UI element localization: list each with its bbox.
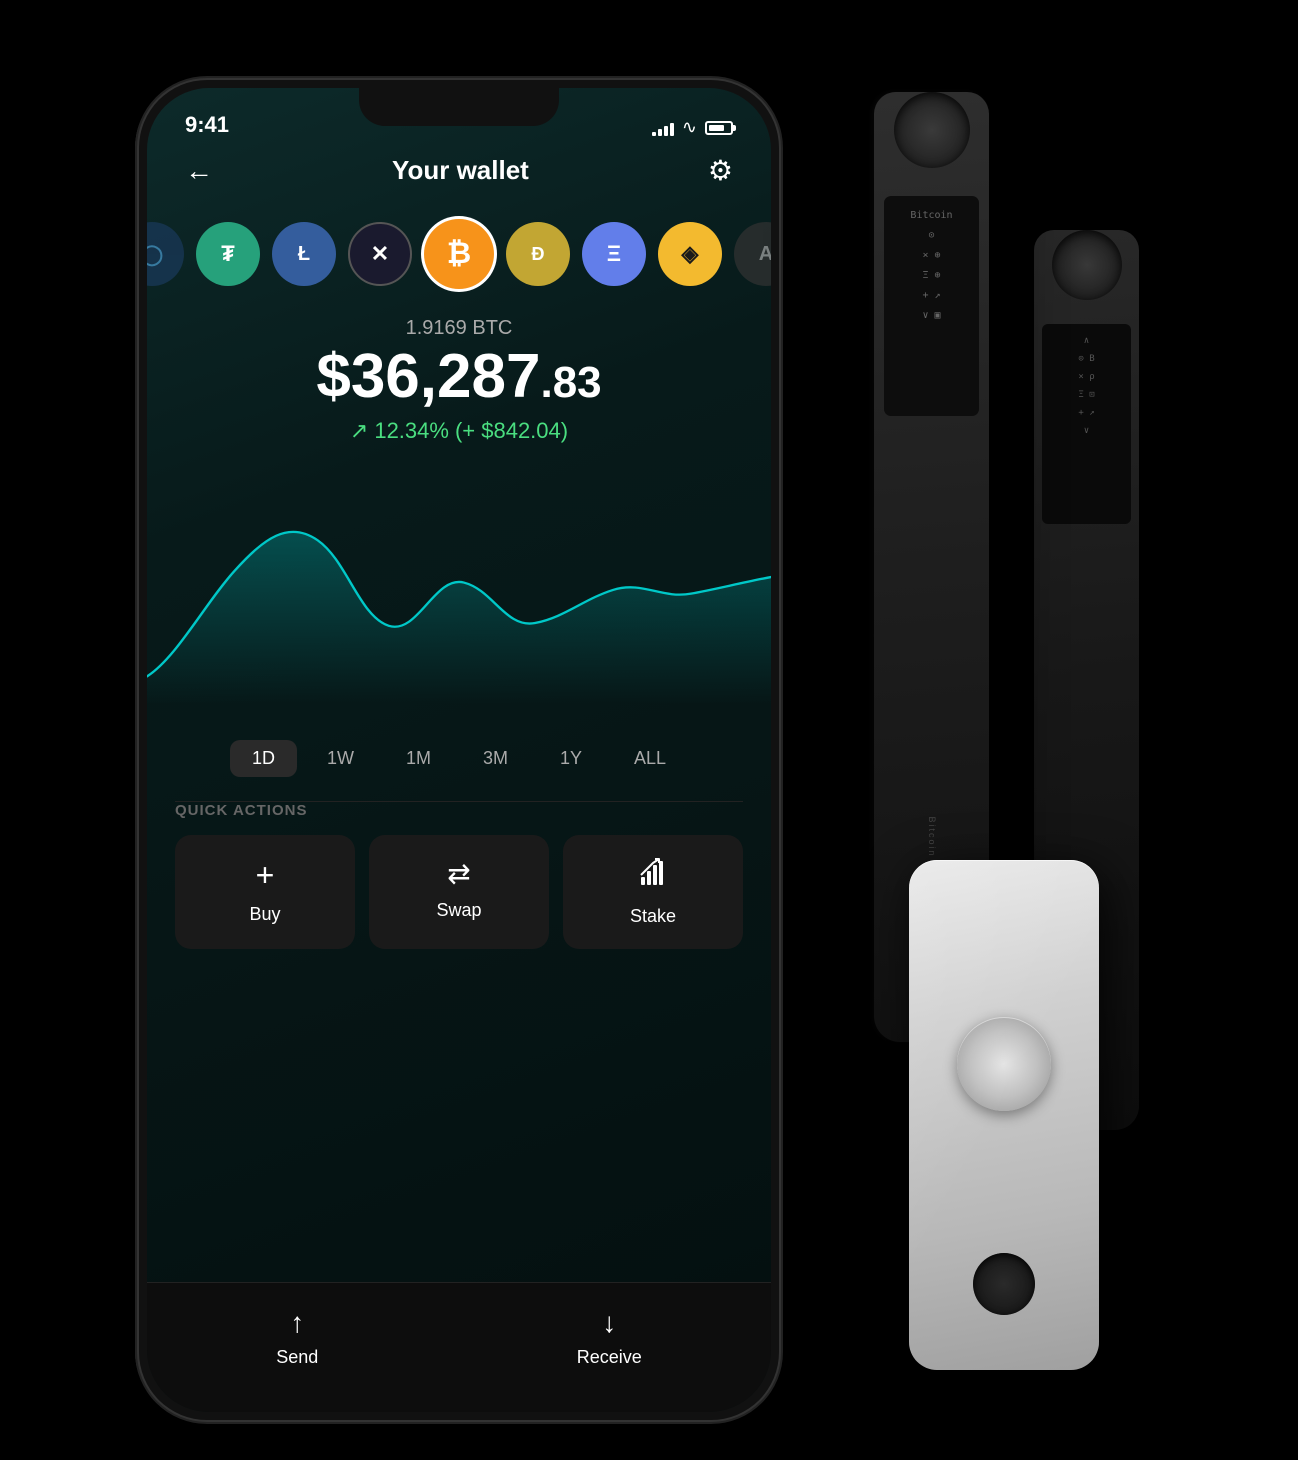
balance-section: 1.9169 BTC $36,287.83 ↗ 12.34% (+ $842.0… xyxy=(147,309,771,464)
hw1-label: Bitcoin xyxy=(927,816,937,857)
hw1-screen: Bitcoin ⊙ × ⊕ Ξ ⊕ + ↗ ∨ ▣ xyxy=(884,196,979,416)
hw2-screen: ∧ ⊙ B × ρ Ξ ⊡ + ↗ ∨ xyxy=(1042,324,1131,524)
change-percent: 12.34% xyxy=(374,418,449,444)
time-filter-3m[interactable]: 3M xyxy=(461,740,530,777)
ledger-nano-s xyxy=(909,860,1099,1370)
receive-button[interactable]: ↓ Receive xyxy=(577,1307,642,1368)
hw1-screen-line6: ∨ ▣ xyxy=(890,306,973,326)
time-filter-1y[interactable]: 1Y xyxy=(538,740,604,777)
usd-balance: $36,287.83 xyxy=(167,346,751,408)
quick-actions-section: QUICK ACTIONS + Buy ⇄ Swap xyxy=(147,802,771,969)
chart-svg xyxy=(147,474,771,704)
hw2-top-button xyxy=(1052,230,1122,300)
send-button[interactable]: ↑ Send xyxy=(276,1307,318,1368)
coin-partial-left[interactable]: ◯ xyxy=(147,222,184,286)
coin-algo[interactable]: A xyxy=(734,222,771,286)
battery-fill xyxy=(709,125,724,131)
time-filter-all[interactable]: ALL xyxy=(612,740,688,777)
coin-xrp[interactable]: ✕ xyxy=(348,222,412,286)
hw2-screen-line6: ∨ xyxy=(1046,422,1127,440)
coin-bnb[interactable]: ◈ xyxy=(658,222,722,286)
price-chart xyxy=(147,464,771,724)
quick-actions-row: + Buy ⇄ Swap xyxy=(175,835,743,949)
status-icons: ∿ xyxy=(652,117,733,138)
battery-icon xyxy=(705,121,733,135)
coin-ethereum[interactable]: Ξ xyxy=(582,222,646,286)
coin-tether[interactable]: ₮ xyxy=(196,222,260,286)
swap-button[interactable]: ⇄ Swap xyxy=(369,835,549,949)
hw2-screen-line1: ∧ xyxy=(1046,332,1127,350)
signal-bar-1 xyxy=(652,132,656,136)
coin-dogecoin[interactable]: Ð xyxy=(506,222,570,286)
hw1-screen-line4: Ξ ⊕ xyxy=(890,266,973,286)
chart-fill xyxy=(147,532,771,704)
page-title: Your wallet xyxy=(392,155,529,186)
hw1-top-button xyxy=(894,92,970,168)
buy-icon: + xyxy=(256,857,275,894)
settings-button[interactable]: ⚙ xyxy=(708,154,733,187)
swap-label: Swap xyxy=(436,900,481,921)
hw1-screen-line2: ⊙ xyxy=(890,226,973,246)
stake-button[interactable]: Stake xyxy=(563,835,743,949)
signal-icon xyxy=(652,120,674,136)
time-filter-1d[interactable]: 1D xyxy=(230,740,297,777)
status-time: 9:41 xyxy=(185,112,229,138)
time-filter-1m[interactable]: 1M xyxy=(384,740,453,777)
bottom-bar: ↑ Send ↓ Receive xyxy=(147,1282,771,1412)
nano-s-sheen xyxy=(909,860,1099,1370)
stake-icon xyxy=(637,857,669,896)
scene: 9:41 ∿ ← Your wallet xyxy=(99,30,1199,1430)
signal-bar-2 xyxy=(658,129,662,136)
phone: 9:41 ∿ ← Your wallet xyxy=(139,80,779,1420)
hw2-screen-line3: × ρ xyxy=(1046,368,1127,386)
notch xyxy=(359,88,559,126)
hw1-screen-line5: + ↗ xyxy=(890,286,973,306)
wifi-icon: ∿ xyxy=(682,117,697,138)
time-filters: 1D 1W 1M 3M 1Y ALL xyxy=(147,724,771,801)
phone-screen: 9:41 ∿ ← Your wallet xyxy=(147,88,771,1412)
receive-label: Receive xyxy=(577,1347,642,1368)
receive-icon: ↓ xyxy=(602,1307,616,1339)
swap-icon: ⇄ xyxy=(447,857,470,890)
time-filter-1w[interactable]: 1W xyxy=(305,740,376,777)
hw2-screen-line4: Ξ ⊡ xyxy=(1046,386,1127,404)
send-icon: ↑ xyxy=(290,1307,304,1339)
quick-actions-label: QUICK ACTIONS xyxy=(175,802,743,819)
signal-bar-3 xyxy=(664,126,668,136)
coin-bitcoin[interactable]: ₿ xyxy=(424,219,494,289)
send-label: Send xyxy=(276,1347,318,1368)
buy-button[interactable]: + Buy xyxy=(175,835,355,949)
change-arrow: ↗ xyxy=(350,418,368,444)
hw2-screen-line2: ⊙ B xyxy=(1046,350,1127,368)
stake-label: Stake xyxy=(630,906,676,927)
crypto-amount: 1.9169 BTC xyxy=(167,317,751,340)
app-header: ← Your wallet ⚙ xyxy=(147,146,771,203)
hw1-screen-line1: Bitcoin xyxy=(890,206,973,226)
hw1-screen-line3: × ⊕ xyxy=(890,246,973,266)
usd-main: $36,287 xyxy=(316,342,540,411)
back-button[interactable]: ← xyxy=(185,155,213,187)
coins-row: ◯ ₮ Ł ✕ ₿ Ð xyxy=(147,203,771,309)
change-amount: (+ $842.04) xyxy=(455,418,568,444)
signal-bar-4 xyxy=(670,123,674,136)
usd-cents: .83 xyxy=(540,358,601,407)
coin-litecoin[interactable]: Ł xyxy=(272,222,336,286)
buy-label: Buy xyxy=(249,904,280,925)
balance-change: ↗ 12.34% (+ $842.04) xyxy=(167,418,751,444)
hw2-screen-line5: + ↗ xyxy=(1046,404,1127,422)
